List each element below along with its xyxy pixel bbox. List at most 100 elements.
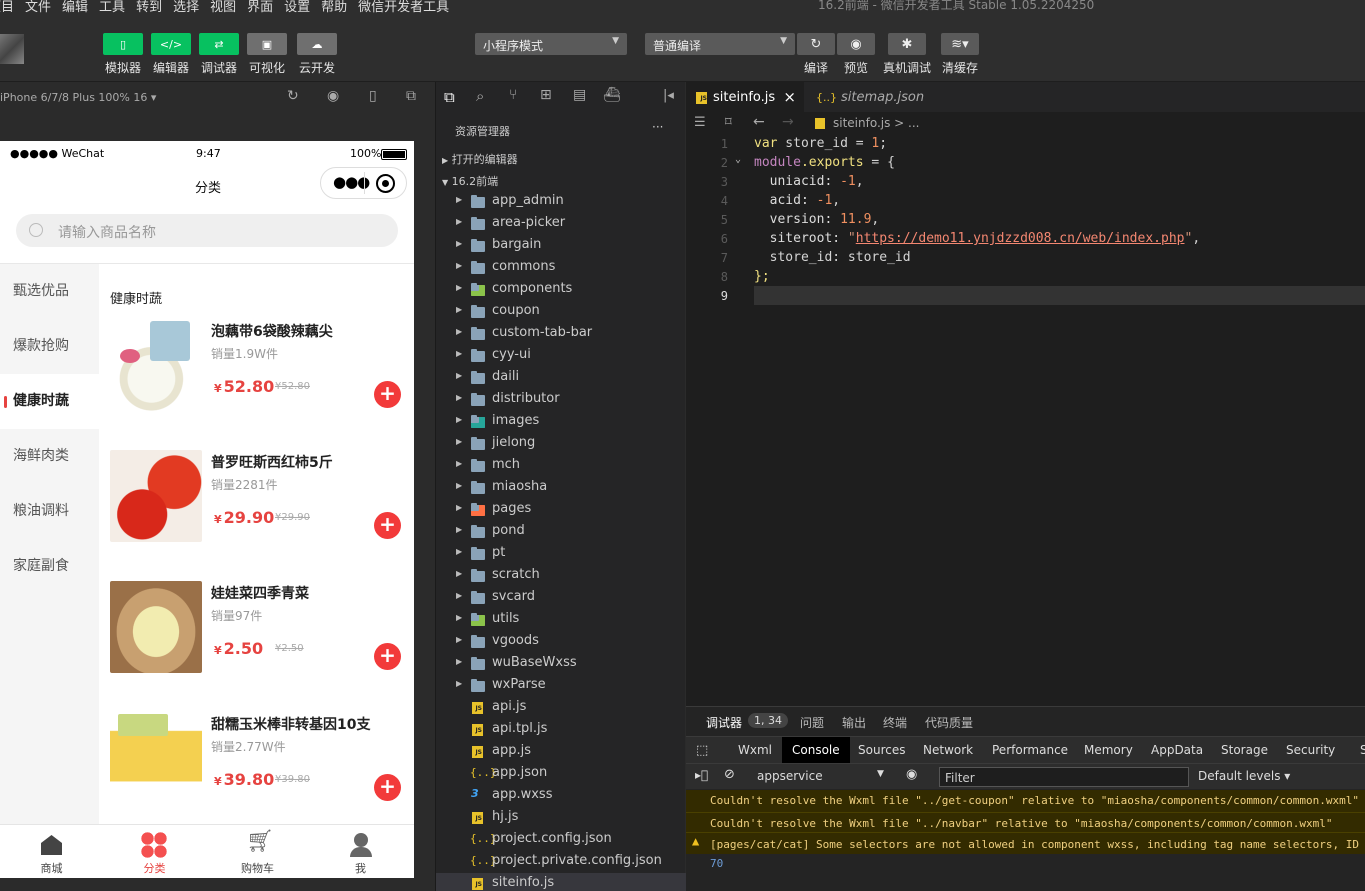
- tab-code-quality[interactable]: 代码质量: [925, 714, 973, 731]
- close-icon[interactable]: ×: [783, 88, 796, 106]
- folder-item[interactable]: ▶ pond: [436, 521, 686, 543]
- category-item[interactable]: 海鲜肉类: [0, 429, 99, 484]
- category-item[interactable]: 爆款抢购: [0, 319, 99, 374]
- fold-icon[interactable]: ⌄: [735, 154, 741, 165]
- panel-memory[interactable]: Memory: [1084, 743, 1133, 757]
- eye-icon[interactable]: ◉: [906, 767, 917, 782]
- folder-item[interactable]: ▶ cyy-ui: [436, 345, 686, 367]
- menu-select[interactable]: 选择: [173, 0, 199, 14]
- add-to-cart-button[interactable]: +: [374, 512, 401, 539]
- folder-item[interactable]: ▶ coupon: [436, 301, 686, 323]
- folder-item[interactable]: ▶ components: [436, 279, 686, 301]
- phone-icon[interactable]: ▯: [369, 88, 377, 104]
- sidebar-toggle-icon[interactable]: ▸⃞: [695, 768, 708, 782]
- product-card[interactable]: 娃娃菜四季青菜 销量97件 ¥2.50 ¥2.50 +: [110, 581, 410, 681]
- list-icon[interactable]: ☰: [694, 115, 706, 130]
- compile-button[interactable]: ↻: [797, 33, 835, 55]
- panel-sources[interactable]: Sources: [858, 743, 905, 757]
- avatar[interactable]: [0, 34, 24, 64]
- folder-item[interactable]: ▶ mch: [436, 455, 686, 477]
- product-card[interactable]: 甜糯玉米棒非转基因10支 销量2.77W件 ¥39.80 ¥39.80 +: [110, 712, 410, 812]
- extensions-icon[interactable]: ⊞: [540, 87, 552, 103]
- refresh-icon[interactable]: ↻: [287, 88, 299, 104]
- category-item[interactable]: 甄选优品: [0, 264, 99, 319]
- menu-view[interactable]: 视图: [210, 0, 236, 14]
- close-miniprogram-icon[interactable]: [376, 174, 395, 193]
- file-item[interactable]: JS api.js: [436, 697, 686, 719]
- forward-icon[interactable]: →: [782, 114, 794, 130]
- search-icon[interactable]: ⌕: [476, 87, 484, 105]
- product-image[interactable]: [110, 450, 202, 542]
- project-section[interactable]: ▼ 16.2前端: [442, 173, 498, 189]
- record-icon[interactable]: ◉: [327, 88, 339, 104]
- folder-item[interactable]: ▶ commons: [436, 257, 686, 279]
- folder-item[interactable]: ▶ pt: [436, 543, 686, 565]
- product-card[interactable]: 普罗旺斯西红柿5斤 销量2281件 ¥29.90 ¥29.90 +: [110, 450, 410, 550]
- menu-edit[interactable]: 编辑: [62, 0, 88, 14]
- add-to-cart-button[interactable]: +: [374, 643, 401, 670]
- remote-debug-button[interactable]: ✱: [888, 33, 926, 55]
- panel-storage[interactable]: Storage: [1221, 743, 1268, 757]
- menu-interface[interactable]: 界面: [247, 0, 273, 14]
- device-select[interactable]: iPhone 6/7/8 Plus 100% 16 ▾: [0, 91, 156, 104]
- debugger-toggle-button[interactable]: ⇄: [199, 33, 239, 55]
- folder-item[interactable]: ▶ area-picker: [436, 213, 686, 235]
- log-levels-select[interactable]: Default levels ▾: [1198, 769, 1290, 783]
- menu-file[interactable]: 文件: [25, 0, 51, 14]
- code-area[interactable]: 1 2 ⌄ 3 4 5 6 7 8 9 var store_id = 1; mo…: [686, 134, 1365, 706]
- tab-output[interactable]: 输出: [842, 714, 866, 731]
- tab-debugger[interactable]: 调试器: [706, 714, 742, 731]
- product-image[interactable]: [110, 581, 202, 673]
- tab-siteinfo-js[interactable]: JS siteinfo.js ×: [686, 82, 804, 112]
- visual-toggle-button[interactable]: ▣: [247, 33, 287, 55]
- preview-button[interactable]: ◉: [837, 33, 875, 55]
- cloud-dev-button[interactable]: ☁: [297, 33, 337, 55]
- breadcrumb[interactable]: siteinfo.js > ...: [833, 116, 920, 130]
- folder-item[interactable]: ▶ pages: [436, 499, 686, 521]
- file-item[interactable]: {..} project.config.json: [436, 829, 686, 851]
- filter-input[interactable]: Filter: [939, 767, 1189, 787]
- folder-item[interactable]: ▶ images: [436, 411, 686, 433]
- product-image[interactable]: [110, 712, 202, 804]
- tab-problems[interactable]: 问题: [800, 714, 824, 731]
- file-item[interactable]: 3 app.wxss: [436, 785, 686, 807]
- editor-toggle-button[interactable]: </>: [151, 33, 191, 55]
- git-icon[interactable]: ⑂: [509, 87, 517, 103]
- panel-network[interactable]: Network: [923, 743, 973, 757]
- simulator-toggle-button[interactable]: ▯: [103, 33, 143, 55]
- panel-wxml[interactable]: Wxml: [738, 743, 772, 757]
- url-link[interactable]: https://demo11.ynjdzzd008.cn/web/index.p…: [856, 231, 1185, 246]
- folder-item[interactable]: ▶ app_admin: [436, 191, 686, 213]
- mode-select[interactable]: 小程序模式 ▼: [475, 33, 627, 55]
- folder-item[interactable]: ▶ distributor: [436, 389, 686, 411]
- bookmark-icon[interactable]: ⌑: [725, 115, 732, 130]
- product-card[interactable]: 泡藕带6袋酸辣藕尖 销量1.9W件 ¥52.80 ¥52.80 +: [110, 319, 410, 419]
- tab-home[interactable]: 商城: [0, 825, 103, 878]
- files-icon[interactable]: ⧉: [444, 88, 455, 106]
- panel-appdata[interactable]: AppData: [1151, 743, 1203, 757]
- folder-item[interactable]: ▶ bargain: [436, 235, 686, 257]
- file-item[interactable]: JS siteinfo.js: [436, 873, 686, 891]
- context-select[interactable]: appservice: [757, 769, 823, 783]
- tab-cart[interactable]: 🛒︎ 购物车: [206, 825, 309, 878]
- search-input[interactable]: 请输入商品名称: [16, 214, 398, 247]
- tab-me[interactable]: 我: [309, 825, 412, 878]
- menu-wechat-devtools[interactable]: 微信开发者工具: [358, 0, 449, 14]
- tab-sitemap-json[interactable]: {..} sitemap.json: [806, 82, 936, 112]
- panel-more[interactable]: S: [1360, 743, 1365, 757]
- folder-item[interactable]: ▶ svcard: [436, 587, 686, 609]
- add-to-cart-button[interactable]: +: [374, 381, 401, 408]
- menu-goto[interactable]: 转到: [136, 0, 162, 14]
- detach-window-icon[interactable]: ⧉: [406, 88, 416, 104]
- more-actions-icon[interactable]: ···: [652, 120, 663, 134]
- category-item-active[interactable]: 健康时蔬: [0, 374, 99, 429]
- panel-performance[interactable]: Performance: [992, 743, 1068, 757]
- folder-item[interactable]: ▶ jielong: [436, 433, 686, 455]
- menu-help[interactable]: 帮助: [321, 0, 347, 14]
- clear-cache-button[interactable]: ≋▾: [941, 33, 979, 55]
- panel-security[interactable]: Security: [1286, 743, 1335, 757]
- folder-item[interactable]: ▶ miaosha: [436, 477, 686, 499]
- menu-capsule[interactable]: ●●●: [320, 167, 407, 199]
- folder-item[interactable]: ▶ scratch: [436, 565, 686, 587]
- folder-item[interactable]: ▶ utils: [436, 609, 686, 631]
